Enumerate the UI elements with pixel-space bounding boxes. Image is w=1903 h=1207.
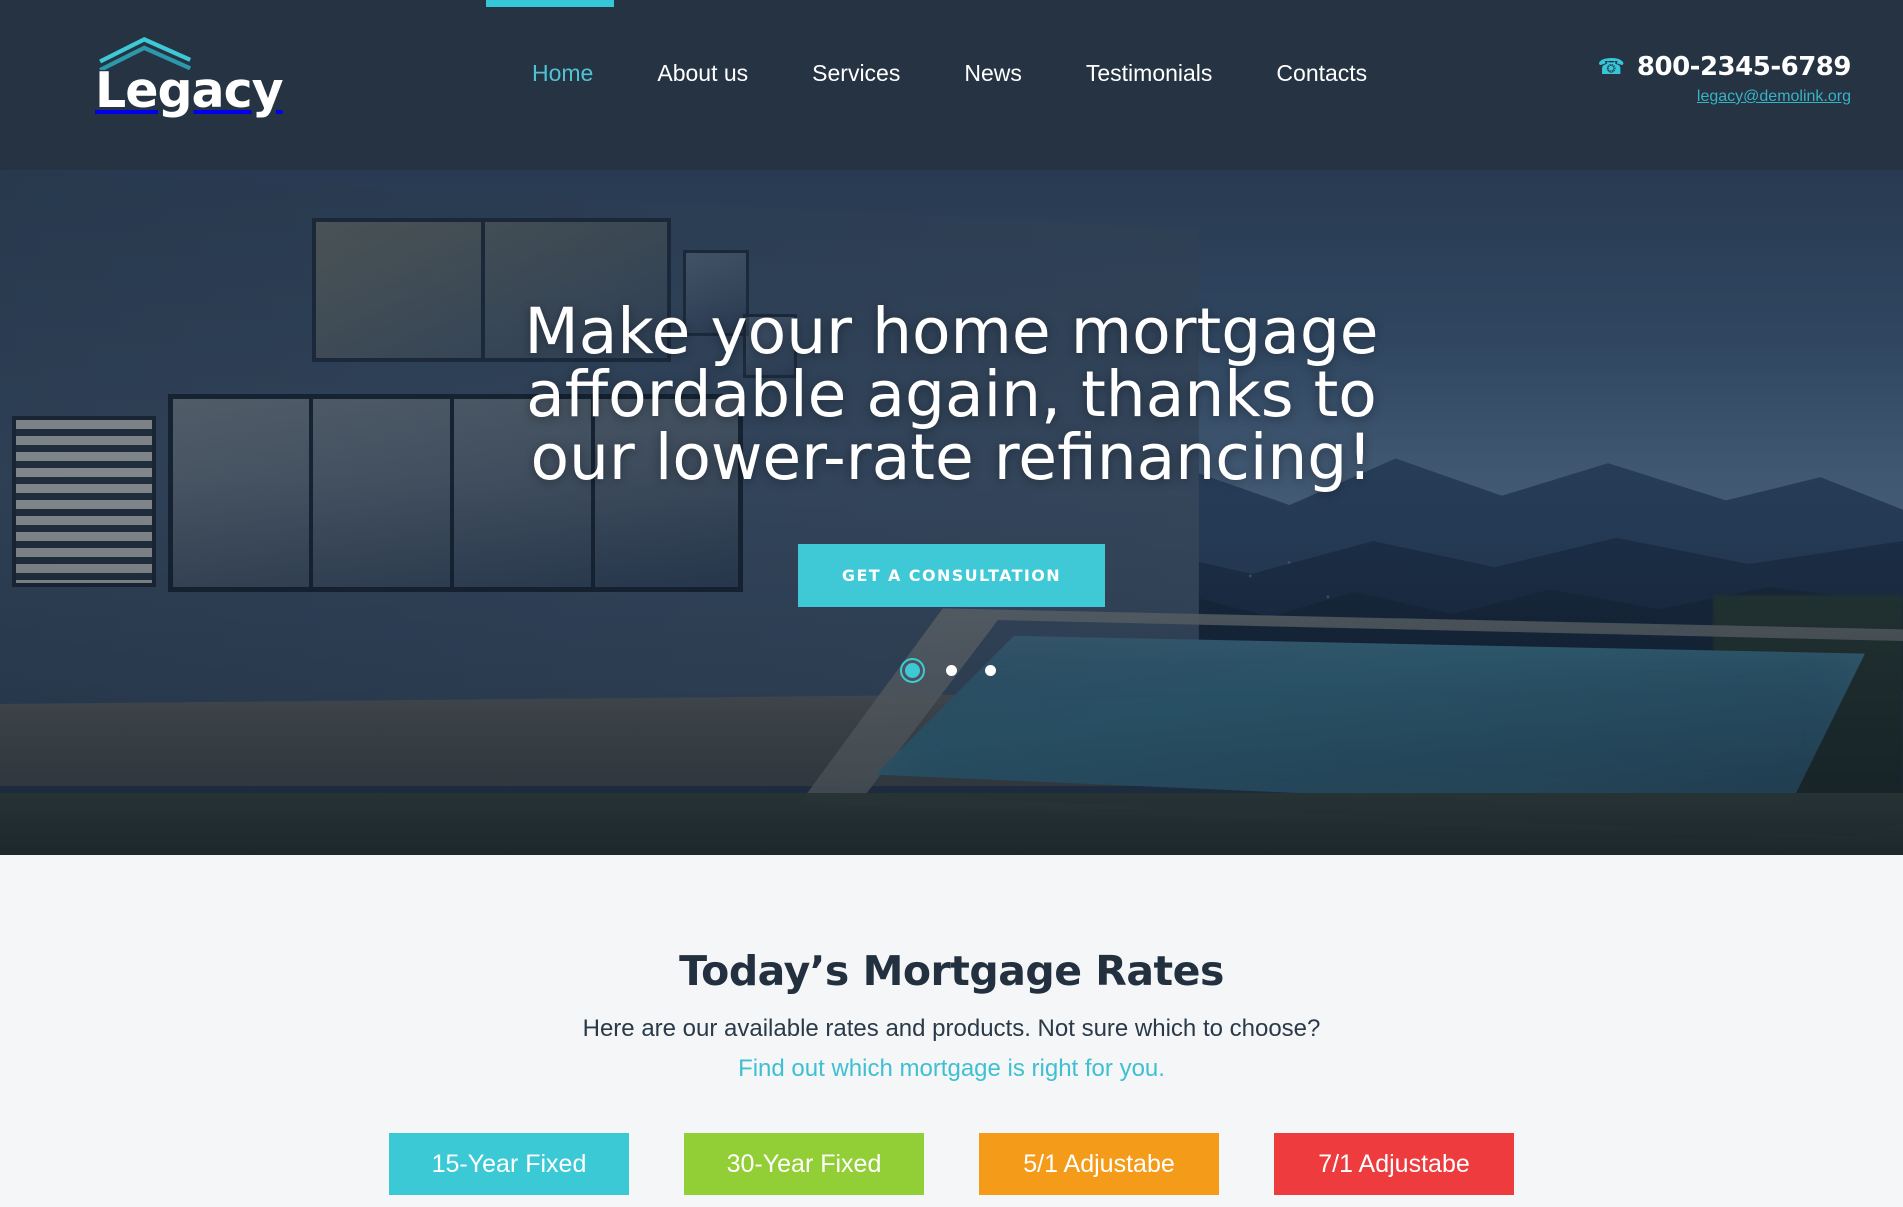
phone-row: ☎ 800-2345-6789 (1598, 52, 1852, 82)
hero-title: Make your home mortgage affordable again… (502, 300, 1402, 489)
header-contact-block: ☎ 800-2345-6789 legacy@demolink.org (1598, 52, 1852, 106)
site-header: Legacy Home About us Services News Testi… (0, 0, 1903, 170)
phone-number[interactable]: 800-2345-6789 (1637, 52, 1852, 82)
rate-card-15-year-fixed[interactable]: 15-Year Fixed (389, 1133, 629, 1195)
slider-pagination (900, 658, 996, 683)
hero-title-line-1: Make your home mortgage (524, 295, 1379, 368)
site-logo[interactable]: Legacy (95, 36, 325, 115)
email-link[interactable]: legacy@demolink.org (1598, 88, 1851, 106)
slider-dot-1[interactable] (900, 658, 925, 683)
section-subheading: Here are our available rates and product… (582, 1015, 1321, 1042)
rate-card-5-1-adjustable[interactable]: 5/1 Adjustabe (979, 1133, 1219, 1195)
hero-title-line-3: our lower-rate refinancing! (530, 421, 1373, 494)
nav-item-news[interactable]: News (932, 60, 1054, 87)
rate-card-7-1-adjustable[interactable]: 7/1 Adjustabe (1274, 1133, 1514, 1195)
main-navigation: Home About us Services News Testimonials… (500, 60, 1399, 87)
hero-title-line-2: affordable again, thanks to (526, 358, 1377, 431)
mortgage-rates-section: Today’s Mortgage Rates Here are our avai… (0, 855, 1903, 1207)
rate-card-list: 15-Year Fixed 30-Year Fixed 5/1 Adjustab… (0, 1133, 1903, 1195)
logo-text: Legacy (95, 62, 284, 119)
hero-slider: Make your home mortgage affordable again… (0, 170, 1903, 855)
nav-item-about-us[interactable]: About us (625, 60, 780, 87)
section-heading: Today’s Mortgage Rates (679, 947, 1224, 995)
nav-item-contacts[interactable]: Contacts (1244, 60, 1399, 87)
find-out-link[interactable]: Find out which mortgage is right for you… (738, 1055, 1165, 1083)
active-nav-indicator (486, 0, 614, 7)
nav-item-home[interactable]: Home (500, 60, 625, 87)
phone-icon: ☎ (1597, 54, 1625, 79)
nav-item-testimonials[interactable]: Testimonials (1054, 60, 1245, 87)
get-consultation-button[interactable]: GET A CONSULTATION (797, 544, 1106, 607)
nav-item-services[interactable]: Services (780, 60, 932, 87)
rate-card-30-year-fixed[interactable]: 30-Year Fixed (684, 1133, 924, 1195)
slider-dot-3[interactable] (985, 665, 996, 676)
slider-dot-2[interactable] (946, 665, 957, 676)
